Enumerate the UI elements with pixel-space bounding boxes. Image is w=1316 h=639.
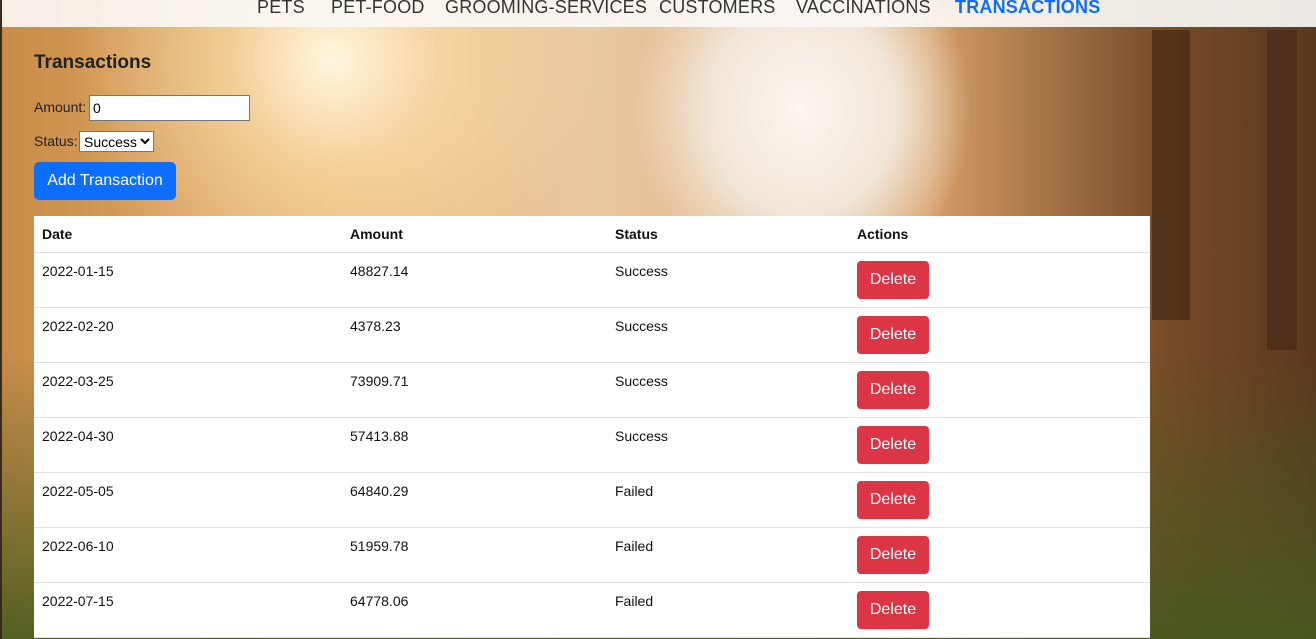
cell-amount: 64778.06 xyxy=(342,582,607,638)
cell-date: 2022-04-30 xyxy=(34,417,342,473)
cell-date: 2022-06-10 xyxy=(34,527,342,583)
cell-amount: 64840.29 xyxy=(342,472,607,528)
cell-date: 2022-01-15 xyxy=(34,252,342,308)
status-label: Status: xyxy=(34,133,78,149)
nav-customers[interactable]: CUSTOMERS xyxy=(659,0,775,18)
nav-vaccinations[interactable]: VACCINATIONS xyxy=(796,0,931,18)
delete-button[interactable]: Delete xyxy=(857,370,929,409)
cell-status: Success xyxy=(607,252,849,308)
add-transaction-button[interactable]: Add Transaction xyxy=(34,162,176,200)
cell-status: Success xyxy=(607,362,849,418)
cell-amount: 48827.14 xyxy=(342,252,607,308)
cell-actions: Delete xyxy=(849,472,1150,528)
amount-label: Amount: xyxy=(34,99,87,115)
status-select[interactable]: Success xyxy=(79,131,154,152)
cell-status: Success xyxy=(607,417,849,473)
amount-input[interactable] xyxy=(89,95,250,121)
cell-actions: Delete xyxy=(849,582,1150,638)
cell-status: Failed xyxy=(607,472,849,528)
cell-amount: 73909.71 xyxy=(342,362,607,418)
top-navbar: PETS PET-FOOD GROOMING-SERVICES CUSTOMER… xyxy=(2,0,1316,27)
cell-actions: Delete xyxy=(849,252,1150,308)
nav-pet-food[interactable]: PET-FOOD xyxy=(331,0,425,18)
delete-button[interactable]: Delete xyxy=(857,315,929,354)
table-row: 2022-02-20 4378.23 Success Delete xyxy=(34,307,1150,363)
table-row: 2022-01-15 48827.14 Success Delete xyxy=(34,252,1150,308)
cell-amount: 57413.88 xyxy=(342,417,607,473)
cell-date: 2022-07-15 xyxy=(34,582,342,638)
transactions-table: Date Amount Status Actions 2022-01-15 48… xyxy=(34,216,1150,638)
cell-date: 2022-03-25 xyxy=(34,362,342,418)
cell-status: Failed xyxy=(607,527,849,583)
cell-status: Failed xyxy=(607,582,849,638)
table-row: 2022-05-05 64840.29 Failed Delete xyxy=(34,472,1150,528)
header-date: Date xyxy=(34,216,342,253)
cell-actions: Delete xyxy=(849,362,1150,418)
cell-date: 2022-05-05 xyxy=(34,472,342,528)
nav-pets[interactable]: PETS xyxy=(257,0,305,18)
header-status: Status xyxy=(607,216,849,253)
cell-amount: 4378.23 xyxy=(342,307,607,363)
table-row: 2022-04-30 57413.88 Success Delete xyxy=(34,417,1150,473)
cell-amount: 51959.78 xyxy=(342,527,607,583)
cell-actions: Delete xyxy=(849,527,1150,583)
cell-actions: Delete xyxy=(849,307,1150,363)
nav-grooming-services[interactable]: GROOMING-SERVICES xyxy=(445,0,647,18)
header-actions: Actions xyxy=(849,216,1150,253)
header-amount: Amount xyxy=(342,216,607,253)
delete-button[interactable]: Delete xyxy=(857,590,929,629)
delete-button[interactable]: Delete xyxy=(857,535,929,574)
delete-button[interactable]: Delete xyxy=(857,260,929,299)
table-row: 2022-07-15 64778.06 Failed Delete xyxy=(34,582,1150,638)
nav-transactions[interactable]: TRANSACTIONS xyxy=(955,0,1100,18)
cell-date: 2022-02-20 xyxy=(34,307,342,363)
delete-button[interactable]: Delete xyxy=(857,425,929,464)
table-row: 2022-03-25 73909.71 Success Delete xyxy=(34,362,1150,418)
page-title: Transactions xyxy=(34,52,152,73)
cell-status: Success xyxy=(607,307,849,363)
cell-actions: Delete xyxy=(849,417,1150,473)
delete-button[interactable]: Delete xyxy=(857,480,929,519)
table-row: 2022-06-10 51959.78 Failed Delete xyxy=(34,527,1150,583)
